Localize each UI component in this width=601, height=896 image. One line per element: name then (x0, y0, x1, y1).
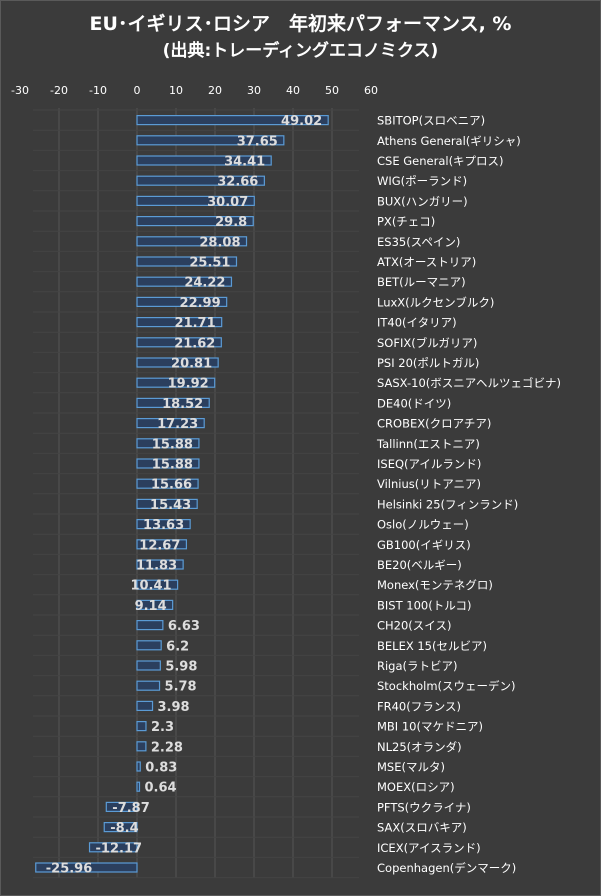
data-label: 24.22 (184, 276, 225, 291)
data-label: 0.83 (145, 761, 177, 776)
data-label: 18.52 (162, 397, 203, 412)
data-label: 34.41 (224, 155, 265, 170)
data-label: -8.4 (110, 821, 138, 836)
x-tick-label: -10 (89, 84, 107, 97)
data-label: 15.88 (152, 458, 193, 473)
x-tick-label: -20 (50, 84, 68, 97)
data-label: 32.66 (217, 175, 258, 190)
data-label: 6.63 (168, 619, 200, 634)
category-label: MSE(マルタ) (377, 760, 445, 774)
data-label: 21.71 (175, 316, 216, 331)
data-label: 49.02 (281, 114, 322, 129)
x-tick-label: 10 (169, 84, 183, 97)
category-label: CROBEX(クロアチア) (377, 417, 491, 431)
data-label: 0.64 (144, 781, 176, 796)
bar (136, 619, 164, 631)
category-label: MBI 10(マケドニア) (377, 720, 483, 734)
data-label: 15.43 (150, 498, 191, 513)
data-label: 15.88 (152, 437, 193, 452)
category-label: Copenhagen(デンマーク) (377, 861, 516, 875)
data-label: -12.17 (96, 841, 143, 856)
data-label: 29.8 (215, 215, 247, 230)
data-label: 19.92 (168, 377, 209, 392)
data-label: 13.63 (143, 518, 184, 533)
category-label: GB100(イギリス) (377, 538, 471, 552)
data-label: 2.28 (151, 740, 183, 755)
bar (136, 741, 147, 752)
data-label: 11.83 (136, 559, 177, 574)
category-label: CSE General(キプロス) (377, 154, 504, 168)
category-label: SOFIX(ブルガリア) (377, 336, 477, 350)
bar (136, 720, 147, 732)
category-label: BELEX 15(セルビア) (377, 639, 487, 653)
data-label: 5.78 (165, 680, 197, 695)
category-label: Helsinki 25(フィンランド) (377, 497, 518, 511)
data-label: 9.14 (135, 599, 167, 614)
data-label: 6.2 (166, 639, 189, 654)
category-label: IT40(イタリア) (377, 316, 457, 330)
category-label: LuxX(ルクセンブルク) (377, 295, 494, 309)
bar (136, 660, 161, 671)
bar (136, 680, 161, 691)
category-label: ATX(オーストリア) (377, 255, 476, 269)
data-label: 2.3 (151, 720, 174, 735)
bar (136, 761, 141, 772)
data-label: -25.96 (46, 862, 93, 877)
category-label: PX(チェコ) (377, 215, 435, 229)
category-label: CH20(スイス) (377, 619, 451, 633)
category-label: Riga(ラトビア) (377, 659, 458, 673)
data-label: 37.65 (237, 134, 278, 149)
data-label: 10.41 (130, 579, 171, 594)
x-tick-label: 20 (208, 84, 222, 97)
category-label: NL25(オランダ) (377, 740, 462, 754)
category-label: Stockholm(スウェーデン) (377, 679, 516, 693)
category-label: DE40(ドイツ) (377, 396, 451, 410)
category-label: BE20(ベルギー) (377, 558, 462, 572)
bar (136, 700, 154, 712)
category-label: SAX(スロバキア) (377, 821, 467, 835)
category-label: Tallinn(エストニア) (376, 437, 480, 451)
data-label: 28.08 (199, 235, 240, 250)
data-label: -7.87 (112, 801, 149, 816)
category-label: ES35(スペイン) (377, 235, 460, 249)
category-label: BET(ルーマニア) (377, 275, 466, 289)
data-label: 5.98 (165, 660, 197, 675)
category-label: PFTS(ウクライナ) (377, 800, 471, 814)
data-label: 15.66 (151, 478, 192, 493)
category-label: BIST 100(トルコ) (377, 598, 471, 612)
x-tick-label: 0 (134, 84, 141, 97)
bar-chart: -30 -20 -10 0 10 20 30 40 50 60 49.02 SBITOP(スロベニア)… (11, 84, 561, 879)
data-label: 30.07 (207, 195, 248, 210)
category-label: MOEX(ロシア) (377, 780, 455, 794)
data-label: 17.23 (157, 417, 198, 432)
data-label: 3.98 (158, 700, 190, 715)
data-label: 21.62 (174, 336, 215, 351)
category-label: BUX(ハンガリー) (377, 194, 468, 208)
category-label: SASX-10(ボスニアヘルツェゴビナ) (377, 376, 561, 390)
x-tick-label: 30 (247, 84, 261, 97)
data-label: 22.99 (180, 296, 221, 311)
category-label: Vilnius(リトアニア) (377, 477, 481, 491)
x-tick-label: 60 (364, 84, 378, 97)
x-tick-label: -30 (11, 84, 29, 97)
category-label: ICEX(アイスランド) (377, 841, 481, 855)
bar (136, 640, 162, 651)
data-label: 20.81 (171, 357, 212, 372)
x-tick-label: 50 (325, 84, 339, 97)
data-label: 12.67 (139, 538, 180, 553)
category-label: FR40(フランス) (377, 699, 461, 713)
category-label: Athens General(ギリシャ) (377, 134, 521, 148)
category-label: Monex(モンテネグロ) (377, 578, 493, 592)
category-label: Oslo(ノルウェー) (377, 518, 469, 532)
category-label: PSI 20(ポルトガル) (377, 356, 479, 370)
data-label: 25.51 (189, 256, 230, 271)
category-label: WIG(ポーランド) (377, 174, 467, 188)
category-label: ISEQ(アイルランド) (377, 457, 481, 471)
x-tick-label: 40 (286, 84, 300, 97)
category-label: SBITOP(スロベニア) (377, 114, 485, 128)
bar (136, 781, 141, 792)
